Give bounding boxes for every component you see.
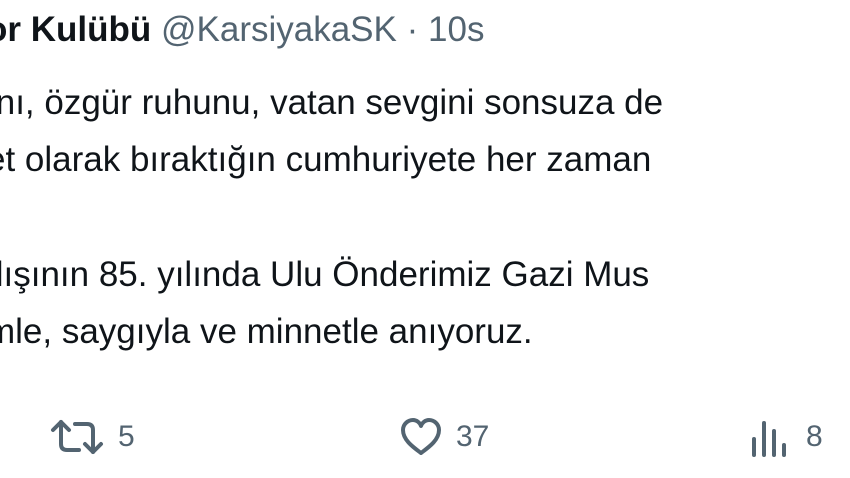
tweet-header: or Kulübü @KarsiyakaSK · 10s bbox=[0, 4, 484, 56]
like-count: 37 bbox=[456, 420, 490, 453]
author-name[interactable]: or Kulübü bbox=[0, 10, 151, 49]
separator-dot: · bbox=[406, 10, 419, 49]
author-handle[interactable]: @KarsiyakaSK bbox=[161, 10, 397, 49]
tweet-text-line: mle, saygıyla ve minnetle anıyoruz. bbox=[0, 312, 533, 351]
tweet-actions: 5 37 8 bbox=[0, 405, 850, 469]
retweet-icon bbox=[50, 417, 104, 457]
like-button[interactable]: 37 bbox=[400, 405, 489, 469]
views-button[interactable]: 8 bbox=[748, 405, 823, 469]
tweet-text-line: ılışının 85. yılında Ulu Önderimiz Gazi … bbox=[0, 255, 650, 294]
analytics-icon bbox=[748, 415, 792, 459]
heart-icon bbox=[400, 418, 442, 456]
tweet-text: ını, özgür ruhunu, vatan sevgini sonsuza… bbox=[0, 74, 850, 360]
views-count: 8 bbox=[806, 420, 823, 453]
retweet-count: 5 bbox=[118, 420, 135, 453]
tweet-text-line: et olarak bıraktığın cumhuriyete her zam… bbox=[0, 140, 652, 179]
tweet-text-line: ını, özgür ruhunu, vatan sevgini sonsuza… bbox=[0, 83, 664, 122]
timestamp[interactable]: 10s bbox=[428, 10, 484, 49]
retweet-button[interactable]: 5 bbox=[50, 405, 135, 469]
